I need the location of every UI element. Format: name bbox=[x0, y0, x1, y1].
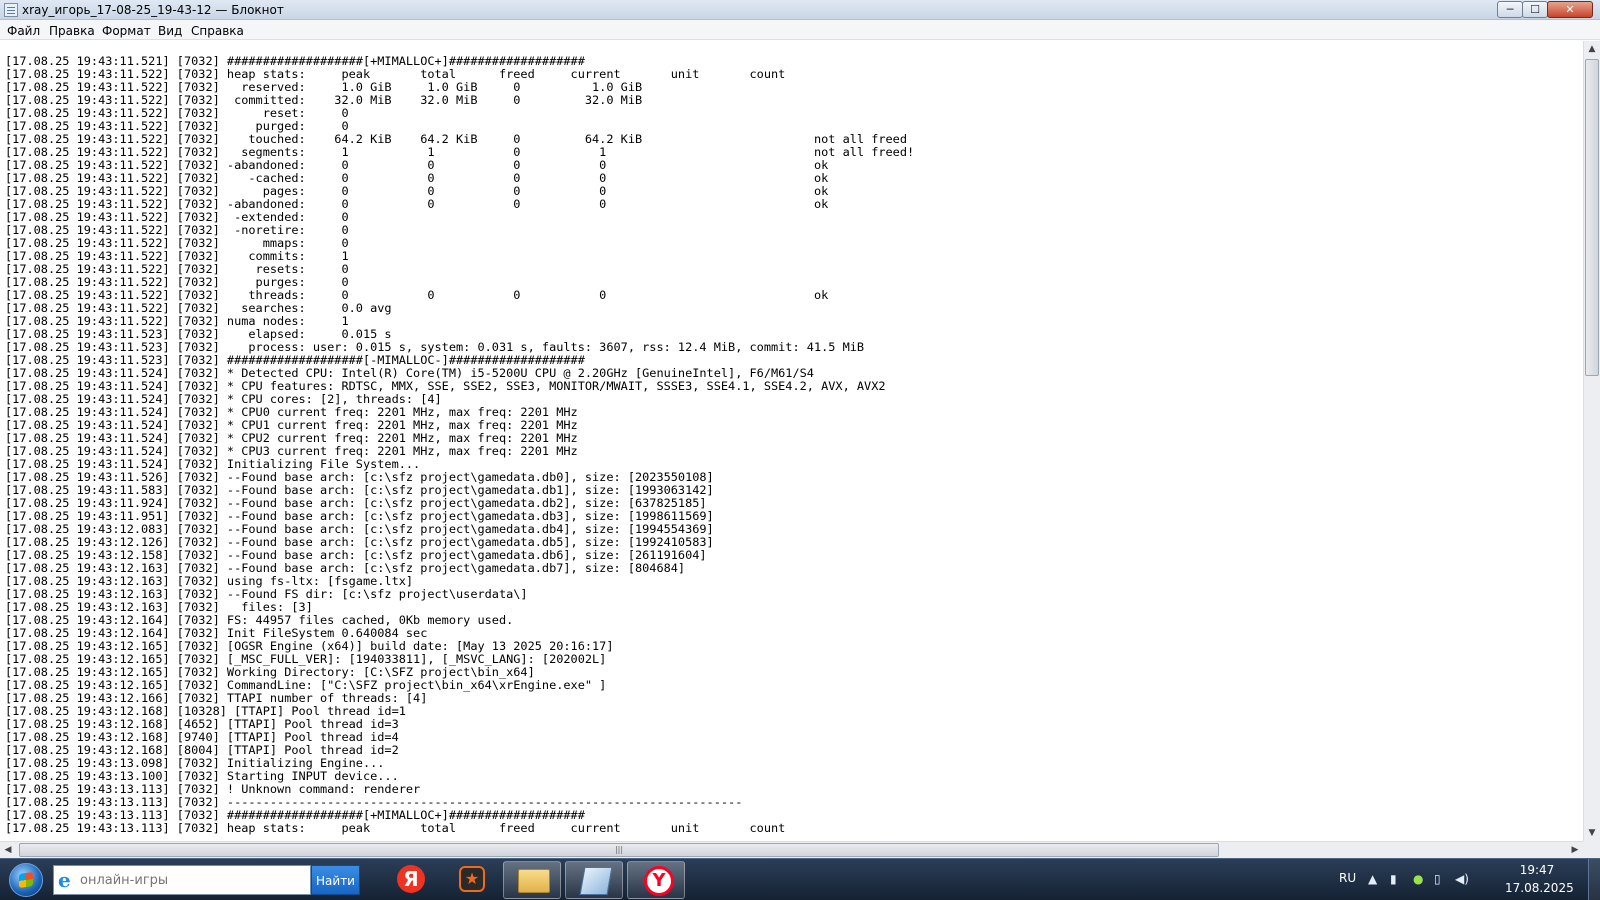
vertical-scroll-thumb[interactable] bbox=[1585, 59, 1599, 376]
start-button[interactable] bbox=[4, 861, 48, 899]
scroll-right-arrow-icon[interactable]: ▶ bbox=[1567, 842, 1583, 858]
minimize-button[interactable]: ─ bbox=[1497, 1, 1523, 18]
folder-icon bbox=[518, 869, 550, 893]
taskbar-app[interactable]: ★ bbox=[442, 861, 500, 899]
battery-icon[interactable]: ▯ bbox=[1434, 872, 1441, 886]
clock-time[interactable]: 19:47 bbox=[1509, 863, 1565, 877]
system-tray: RU ▲ ▮ ● ▯ ◀) 19:47 17.08.2025 bbox=[1335, 859, 1600, 900]
log-text: [17.08.25 19:43:11.521] [7032] #########… bbox=[5, 55, 914, 835]
search-input[interactable] bbox=[80, 866, 308, 894]
taskbar-browser[interactable]: Y bbox=[627, 861, 685, 899]
arrow-up-icon[interactable]: ▲ bbox=[1368, 872, 1377, 886]
taskbar-yandex[interactable]: Я bbox=[380, 861, 438, 899]
taskbar: e Найти Я ★ Y RU ▲ ▮ ● ▯ ◀) 19:47 17.08.… bbox=[0, 858, 1600, 900]
vertical-scrollbar[interactable]: ▲ ▼ bbox=[1583, 41, 1600, 841]
show-desktop-button[interactable] bbox=[1588, 859, 1600, 900]
search-button[interactable]: Найти bbox=[311, 865, 360, 895]
language-indicator[interactable]: RU bbox=[1339, 871, 1356, 885]
horizontal-scrollbar[interactable]: ◀ ||| ▶ bbox=[0, 841, 1583, 858]
notepad-icon bbox=[579, 867, 613, 895]
size-grip[interactable] bbox=[1583, 841, 1600, 858]
yandex-browser-icon: Y bbox=[644, 866, 674, 896]
clock-date[interactable]: 17.08.2025 bbox=[1505, 881, 1574, 895]
star-app-icon: ★ bbox=[459, 866, 485, 892]
notepad-icon bbox=[4, 3, 18, 17]
taskbar-notepad[interactable] bbox=[565, 861, 623, 899]
title-bar[interactable]: xray_игорь_17-08-25_19-43-12 — Блокнот ─… bbox=[0, 0, 1600, 20]
scroll-left-arrow-icon[interactable]: ◀ bbox=[0, 842, 16, 858]
windows-logo-icon bbox=[9, 863, 43, 897]
shield-icon[interactable]: ● bbox=[1413, 872, 1423, 886]
taskbar-explorer[interactable] bbox=[503, 861, 561, 899]
menu-view[interactable]: Вид bbox=[158, 24, 182, 38]
menu-file[interactable]: Файл bbox=[7, 24, 40, 38]
horizontal-scroll-thumb[interactable]: ||| bbox=[19, 843, 1219, 857]
window-title: xray_игорь_17-08-25_19-43-12 — Блокнот bbox=[22, 3, 284, 17]
menu-format[interactable]: Формат bbox=[102, 24, 151, 38]
network-icon[interactable]: ▮ bbox=[1390, 872, 1397, 886]
yandex-icon: Я bbox=[397, 865, 425, 893]
speaker-icon[interactable]: ◀) bbox=[1455, 872, 1469, 886]
menu-edit[interactable]: Правка bbox=[49, 24, 95, 38]
internet-explorer-icon: e bbox=[58, 868, 71, 892]
text-editor[interactable]: [17.08.25 19:43:11.521] [7032] #########… bbox=[0, 41, 1583, 841]
scroll-down-arrow-icon[interactable]: ▼ bbox=[1584, 825, 1600, 841]
menu-bar: Файл Правка Формат Вид Справка bbox=[0, 20, 1600, 40]
log-line: [17.08.25 19:43:13.113] [7032] heap stat… bbox=[5, 821, 786, 835]
menu-help[interactable]: Справка bbox=[191, 24, 244, 38]
scroll-up-arrow-icon[interactable]: ▲ bbox=[1584, 41, 1600, 57]
close-button[interactable]: ✕ bbox=[1547, 1, 1593, 18]
taskbar-search-box: e bbox=[53, 865, 311, 895]
maximize-button[interactable]: ☐ bbox=[1522, 1, 1548, 18]
